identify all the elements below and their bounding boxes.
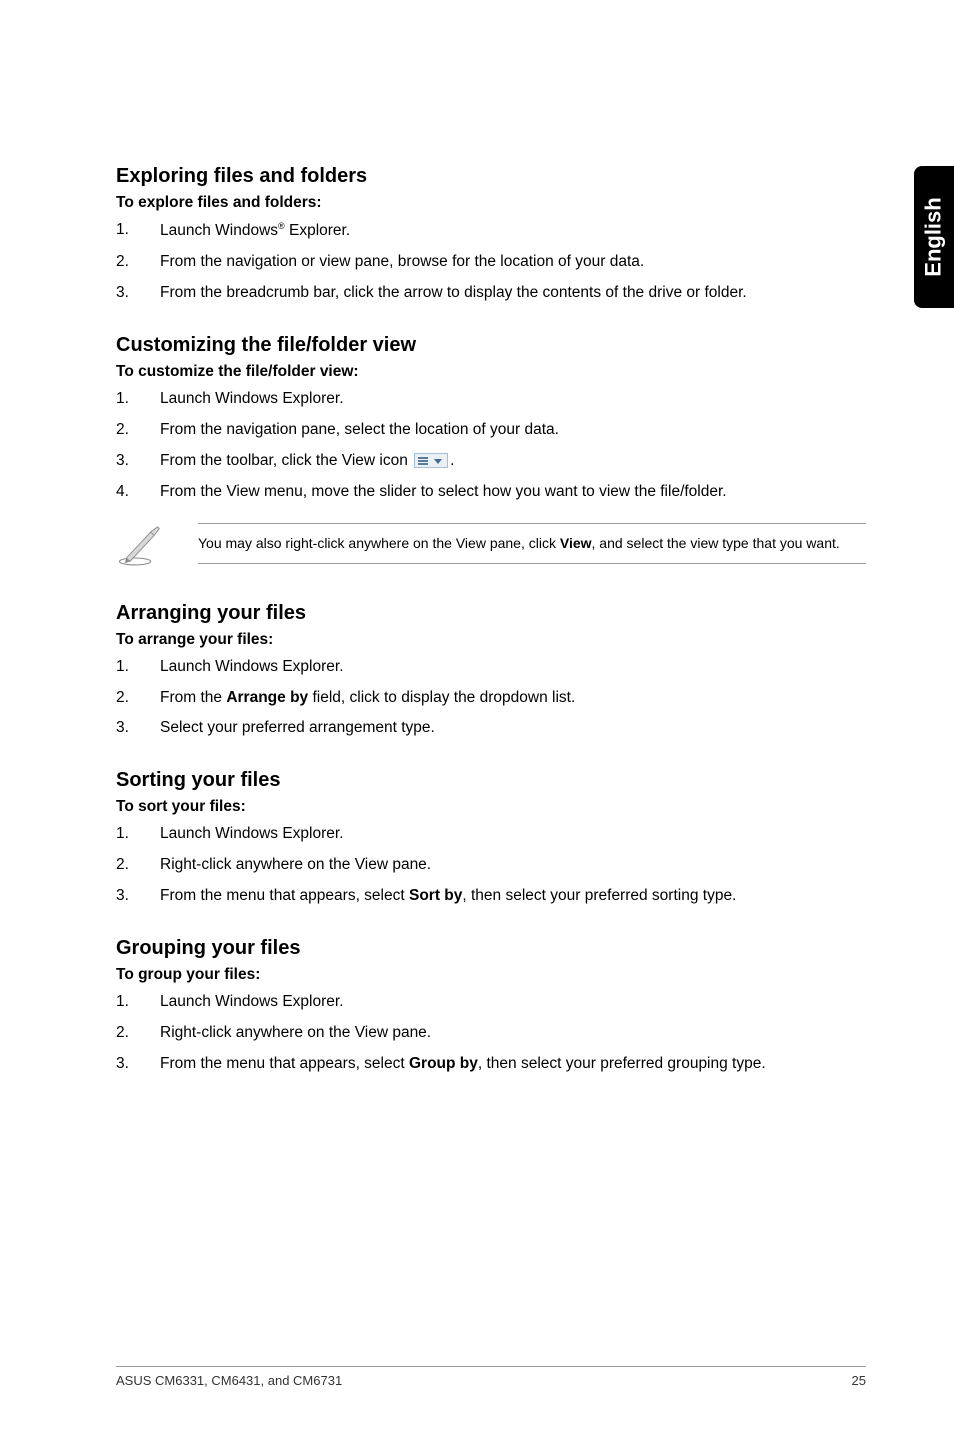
- step-item: 2.From the Arrange by field, click to di…: [116, 688, 866, 709]
- section: Exploring files and folders To explore fi…: [116, 165, 866, 304]
- section-subheading: To sort your files:: [116, 798, 866, 816]
- page-footer: ASUS CM6331, CM6431, and CM6731 25: [116, 1366, 866, 1388]
- step-item: 3.Select your preferred arrangement type…: [116, 718, 866, 739]
- step-number: 2.: [116, 688, 160, 709]
- step-text: Select your preferred arrangement type.: [160, 718, 866, 739]
- step-list: 1.Launch Windows Explorer.2.Right-click …: [116, 824, 866, 907]
- step-item: 2.Right-click anywhere on the View pane.: [116, 1023, 866, 1044]
- step-item: 1.Launch Windows Explorer.: [116, 389, 866, 410]
- step-item: 1.Launch Windows Explorer.: [116, 657, 866, 678]
- step-number: 3.: [116, 1054, 160, 1075]
- step-list: 1.Launch Windows Explorer.2.From the nav…: [116, 389, 866, 503]
- step-number: 3.: [116, 451, 160, 472]
- step-number: 2.: [116, 855, 160, 876]
- step-item: 4.From the View menu, move the slider to…: [116, 482, 866, 503]
- step-text: Launch Windows Explorer.: [160, 992, 866, 1013]
- step-list: 1.Launch Windows Explorer.2.Right-click …: [116, 992, 866, 1075]
- section: Arranging your files To arrange your file…: [116, 602, 866, 740]
- section-heading: Sorting your files: [116, 769, 866, 792]
- step-text: From the menu that appears, select Group…: [160, 1054, 866, 1075]
- pen-note-icon: [116, 523, 168, 572]
- step-number: 1.: [116, 824, 160, 845]
- step-text: From the menu that appears, select Sort …: [160, 886, 866, 907]
- step-item: 2.From the navigation pane, select the l…: [116, 420, 866, 441]
- section-heading: Arranging your files: [116, 602, 866, 625]
- step-text: Launch Windows Explorer.: [160, 657, 866, 678]
- bold-term: Arrange by: [226, 689, 308, 706]
- bold-term: Sort by: [409, 887, 462, 904]
- bold-term: View: [560, 535, 592, 551]
- step-item: 3.From the menu that appears, select Sor…: [116, 886, 866, 907]
- step-number: 3.: [116, 283, 160, 304]
- footer-product: ASUS CM6331, CM6431, and CM6731: [116, 1373, 342, 1388]
- step-text: Right-click anywhere on the View pane.: [160, 1023, 866, 1044]
- footer-page-number: 25: [852, 1373, 866, 1388]
- step-item: 3.From the menu that appears, select Gro…: [116, 1054, 866, 1075]
- step-text: Right-click anywhere on the View pane.: [160, 855, 866, 876]
- step-number: 1.: [116, 389, 160, 410]
- step-item: 3.From the toolbar, click the View icon …: [116, 451, 866, 472]
- step-number: 1.: [116, 992, 160, 1013]
- section: Customizing the file/folder view To custo…: [116, 334, 866, 572]
- section: Sorting your files To sort your files: 1.L…: [116, 769, 866, 907]
- step-number: 3.: [116, 718, 160, 739]
- section-subheading: To customize the file/folder view:: [116, 363, 866, 381]
- view-dropdown-icon: [414, 453, 448, 468]
- step-text: From the Arrange by field, click to disp…: [160, 688, 866, 709]
- step-text: From the View menu, move the slider to s…: [160, 482, 866, 503]
- section-heading: Exploring files and folders: [116, 165, 866, 188]
- step-text: From the toolbar, click the View icon .: [160, 451, 866, 472]
- step-text: From the navigation pane, select the loc…: [160, 420, 866, 441]
- bold-term: Group by: [409, 1055, 478, 1072]
- step-text: From the breadcrumb bar, click the arrow…: [160, 283, 866, 304]
- step-item: 2.From the navigation or view pane, brow…: [116, 252, 866, 273]
- step-text: Launch Windows® Explorer.: [160, 220, 866, 242]
- step-number: 2.: [116, 1023, 160, 1044]
- step-number: 2.: [116, 252, 160, 273]
- step-item: 1.Launch Windows Explorer.: [116, 824, 866, 845]
- step-number: 3.: [116, 886, 160, 907]
- section-heading: Grouping your files: [116, 937, 866, 960]
- section-heading: Customizing the file/folder view: [116, 334, 866, 357]
- step-number: 4.: [116, 482, 160, 503]
- step-number: 1.: [116, 657, 160, 678]
- section-subheading: To group your files:: [116, 966, 866, 984]
- step-number: 2.: [116, 420, 160, 441]
- step-text: Launch Windows Explorer.: [160, 824, 866, 845]
- section-subheading: To arrange your files:: [116, 631, 866, 649]
- step-number: 1.: [116, 220, 160, 242]
- page-content: Exploring files and folders To explore fi…: [0, 0, 954, 1438]
- step-item: 1.Launch Windows Explorer.: [116, 992, 866, 1013]
- registered-mark: ®: [278, 221, 285, 231]
- step-text: From the navigation or view pane, browse…: [160, 252, 866, 273]
- step-item: 2.Right-click anywhere on the View pane.: [116, 855, 866, 876]
- section-subheading: To explore files and folders:: [116, 194, 866, 212]
- step-list: 1.Launch Windows® Explorer.2.From the na…: [116, 220, 866, 304]
- step-text: Launch Windows Explorer.: [160, 389, 866, 410]
- step-list: 1.Launch Windows Explorer.2.From the Arr…: [116, 657, 866, 740]
- step-item: 1.Launch Windows® Explorer.: [116, 220, 866, 242]
- note-text: You may also right-click anywhere on the…: [198, 523, 866, 564]
- section: Grouping your files To group your files: 1…: [116, 937, 866, 1075]
- note-box: You may also right-click anywhere on the…: [116, 523, 866, 572]
- step-item: 3.From the breadcrumb bar, click the arr…: [116, 283, 866, 304]
